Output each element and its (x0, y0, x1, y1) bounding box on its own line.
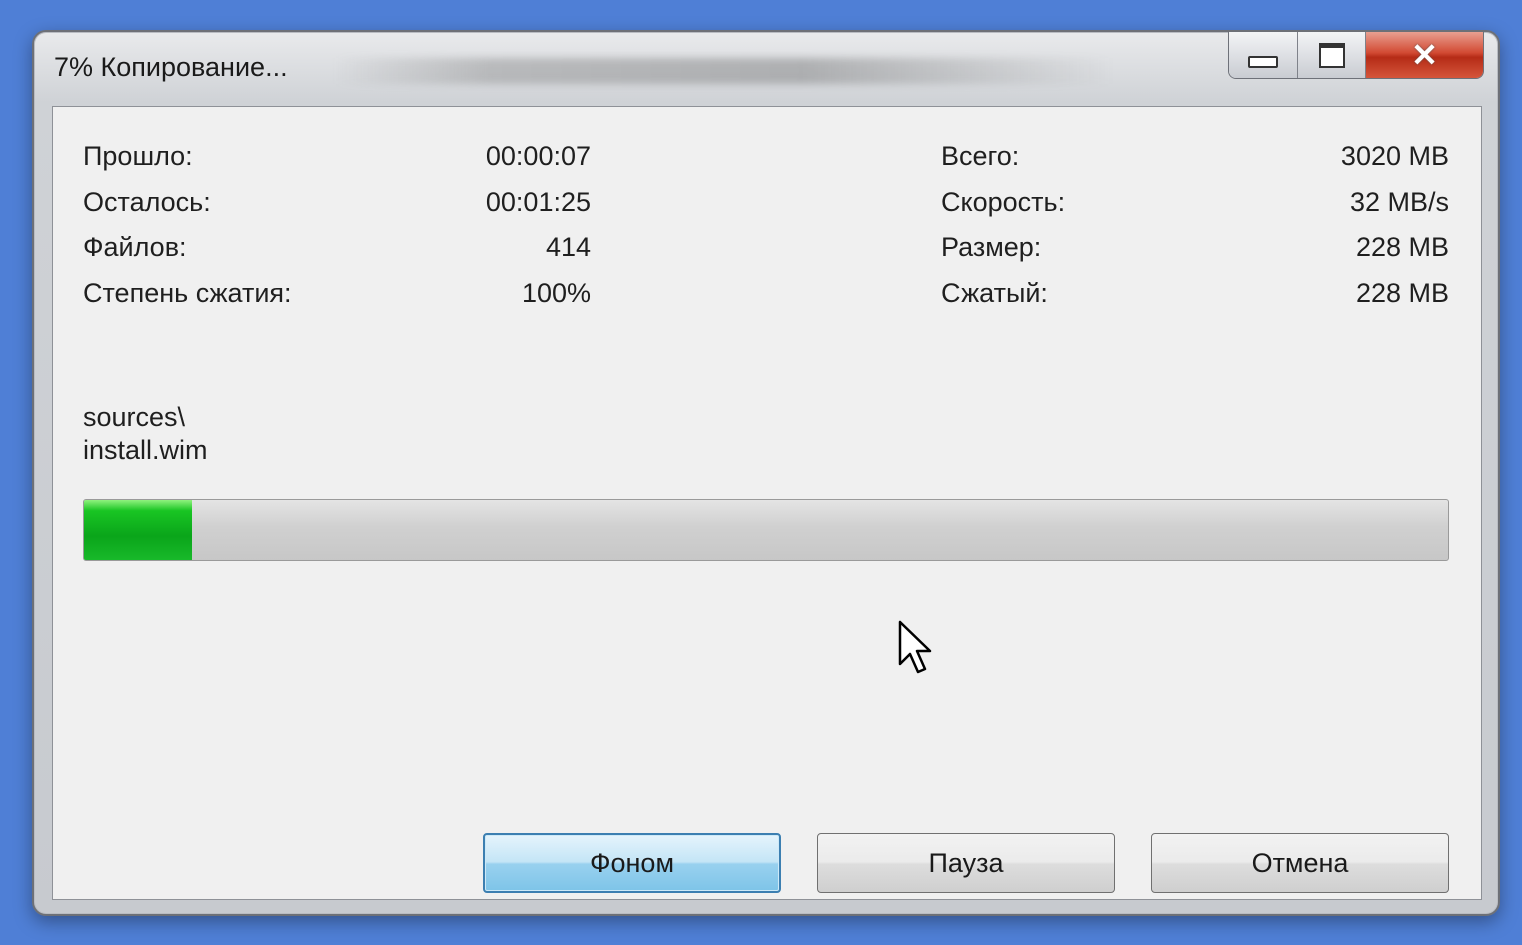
pause-button[interactable]: Пауза (817, 833, 1115, 893)
files-value: 414 (545, 232, 591, 262)
close-icon: ✕ (1411, 37, 1438, 73)
compressed-label: Сжатый: (941, 278, 1048, 308)
files-label: Файлов: (83, 232, 187, 262)
progress-bar (83, 499, 1449, 561)
compressed-value: 228 MB (1355, 278, 1449, 308)
window-title: 7% Копирование... (54, 52, 288, 82)
size-label: Размер: (941, 232, 1042, 262)
current-file-name: install.wim (83, 435, 208, 465)
compression-ratio-value: 100% (521, 278, 591, 308)
total-value: 3020 MB (1340, 141, 1449, 171)
mouse-cursor-icon (898, 620, 932, 674)
title-blurred-filename (334, 58, 1114, 84)
size-value: 228 MB (1355, 232, 1449, 262)
progress-bar-fill (84, 500, 192, 560)
window-controls: ✕ (1228, 32, 1484, 79)
compression-ratio-label: Степень сжатия: (83, 278, 292, 308)
maximize-button[interactable] (1297, 32, 1365, 78)
total-label: Всего: (941, 141, 1020, 171)
elapsed-value: 00:00:07 (485, 141, 591, 171)
elapsed-label: Прошло: (83, 141, 193, 171)
close-button[interactable]: ✕ (1365, 32, 1483, 78)
copy-progress-window: 7% Копирование... ✕ Прошло: 00:00:07 Ост… (32, 30, 1500, 916)
dialog-body: Прошло: 00:00:07 Осталось: 00:01:25 Файл… (52, 106, 1482, 900)
remaining-label: Осталось: (83, 187, 211, 217)
minimize-button[interactable] (1229, 32, 1297, 78)
title-bar[interactable]: 7% Копирование... ✕ (34, 32, 1498, 106)
cancel-button[interactable]: Отмена (1151, 833, 1449, 893)
maximize-icon (1318, 42, 1345, 68)
speed-label: Скорость: (941, 187, 1066, 217)
speed-value: 32 MB/s (1349, 187, 1449, 217)
background-button[interactable]: Фоном (483, 833, 781, 893)
current-file-folder: sources\ (83, 402, 186, 432)
minimize-icon (1248, 56, 1278, 68)
remaining-value: 00:01:25 (485, 187, 591, 217)
